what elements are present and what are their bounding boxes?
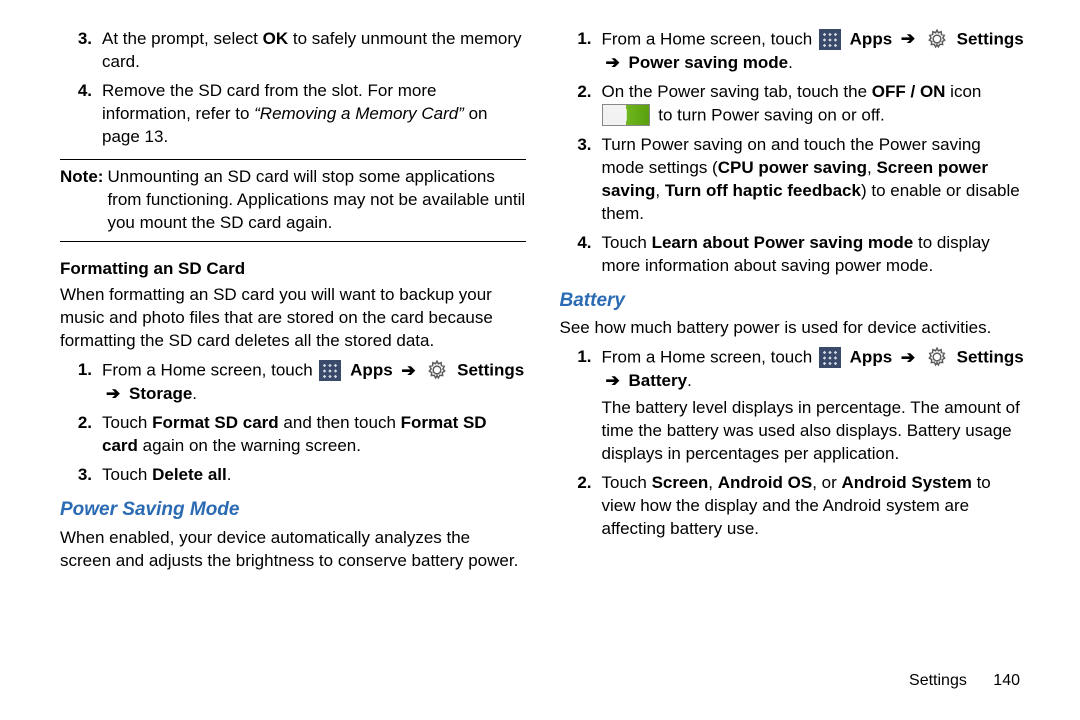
arrow-icon: ➔ bbox=[897, 28, 919, 51]
item-body: Touch Format SD card and then touch Form… bbox=[102, 412, 526, 458]
list-item: 3. At the prompt, select OK to safely un… bbox=[60, 28, 526, 74]
item-body: Touch Delete all. bbox=[102, 464, 526, 487]
item-number: 2. bbox=[560, 81, 602, 128]
left-list-2: 1. From a Home screen, touch Apps ➔ Sett… bbox=[60, 359, 526, 487]
item-number: 3. bbox=[560, 134, 602, 226]
item-number: 3. bbox=[60, 464, 102, 487]
left-column: 3. At the prompt, select OK to safely un… bbox=[60, 28, 526, 579]
list-item: 4. Remove the SD card from the slot. For… bbox=[60, 80, 526, 149]
right-column: 1. From a Home screen, touch Apps ➔ Sett… bbox=[560, 28, 1026, 579]
item-body: At the prompt, select OK to safely unmou… bbox=[102, 28, 526, 74]
item-body: Turn Power saving on and touch the Power… bbox=[602, 134, 1026, 226]
item-body: Remove the SD card from the slot. For mo… bbox=[102, 80, 526, 149]
note-block: Note: Unmounting an SD card will stop so… bbox=[60, 159, 526, 242]
page-footer: Settings 140 bbox=[909, 670, 1020, 692]
note-body: Unmounting an SD card will stop some app… bbox=[107, 166, 525, 235]
item-body: From a Home screen, touch Apps ➔ Setting… bbox=[602, 28, 1026, 75]
power-saving-paragraph: When enabled, your device automatically … bbox=[60, 527, 526, 573]
arrow-icon: ➔ bbox=[602, 370, 624, 393]
item-body: Touch Screen, Android OS, or Android Sys… bbox=[602, 472, 1026, 541]
item-number: 1. bbox=[560, 346, 602, 466]
item-number: 4. bbox=[560, 232, 602, 278]
apps-icon bbox=[819, 29, 841, 50]
item-number: 1. bbox=[560, 28, 602, 75]
section-heading-power-saving: Power Saving Mode bbox=[60, 497, 526, 523]
footer-section: Settings bbox=[909, 672, 967, 689]
apps-icon bbox=[319, 360, 341, 381]
list-item: 2. On the Power saving tab, touch the OF… bbox=[560, 81, 1026, 128]
battery-paragraph: See how much battery power is used for d… bbox=[560, 317, 1026, 340]
formatting-paragraph: When formatting an SD card you will want… bbox=[60, 284, 526, 353]
item-number: 2. bbox=[560, 472, 602, 541]
list-item: 2. Touch Screen, Android OS, or Android … bbox=[560, 472, 1026, 541]
settings-icon bbox=[926, 346, 948, 368]
battery-extra-text: The battery level displays in percentage… bbox=[602, 398, 1020, 463]
list-item: 2. Touch Format SD card and then touch F… bbox=[60, 412, 526, 458]
settings-icon bbox=[426, 359, 448, 381]
arrow-icon: ➔ bbox=[397, 360, 419, 383]
list-item: 1. From a Home screen, touch Apps ➔ Sett… bbox=[60, 359, 526, 406]
toggle-icon bbox=[602, 104, 650, 126]
list-item: 4. Touch Learn about Power saving mode t… bbox=[560, 232, 1026, 278]
footer-page-number: 140 bbox=[993, 672, 1020, 689]
settings-icon bbox=[926, 28, 948, 50]
note-label: Note: bbox=[60, 166, 107, 235]
list-item: 3. Turn Power saving on and touch the Po… bbox=[560, 134, 1026, 226]
right-list-1: 1. From a Home screen, touch Apps ➔ Sett… bbox=[560, 28, 1026, 278]
item-number: 3. bbox=[60, 28, 102, 74]
right-list-2: 1. From a Home screen, touch Apps ➔ Sett… bbox=[560, 346, 1026, 541]
arrow-icon: ➔ bbox=[102, 383, 124, 406]
item-body: From a Home screen, touch Apps ➔ Setting… bbox=[602, 346, 1026, 466]
left-list-1: 3. At the prompt, select OK to safely un… bbox=[60, 28, 526, 149]
subheading-formatting: Formatting an SD Card bbox=[60, 258, 526, 281]
item-number: 4. bbox=[60, 80, 102, 149]
item-body: From a Home screen, touch Apps ➔ Setting… bbox=[102, 359, 526, 406]
list-item: 3. Touch Delete all. bbox=[60, 464, 526, 487]
list-item: 1. From a Home screen, touch Apps ➔ Sett… bbox=[560, 346, 1026, 466]
item-number: 1. bbox=[60, 359, 102, 406]
list-item: 1. From a Home screen, touch Apps ➔ Sett… bbox=[560, 28, 1026, 75]
section-heading-battery: Battery bbox=[560, 288, 1026, 314]
item-number: 2. bbox=[60, 412, 102, 458]
arrow-icon: ➔ bbox=[602, 52, 624, 75]
item-body: Touch Learn about Power saving mode to d… bbox=[602, 232, 1026, 278]
arrow-icon: ➔ bbox=[897, 347, 919, 370]
item-body: On the Power saving tab, touch the OFF /… bbox=[602, 81, 1026, 128]
apps-icon bbox=[819, 347, 841, 368]
